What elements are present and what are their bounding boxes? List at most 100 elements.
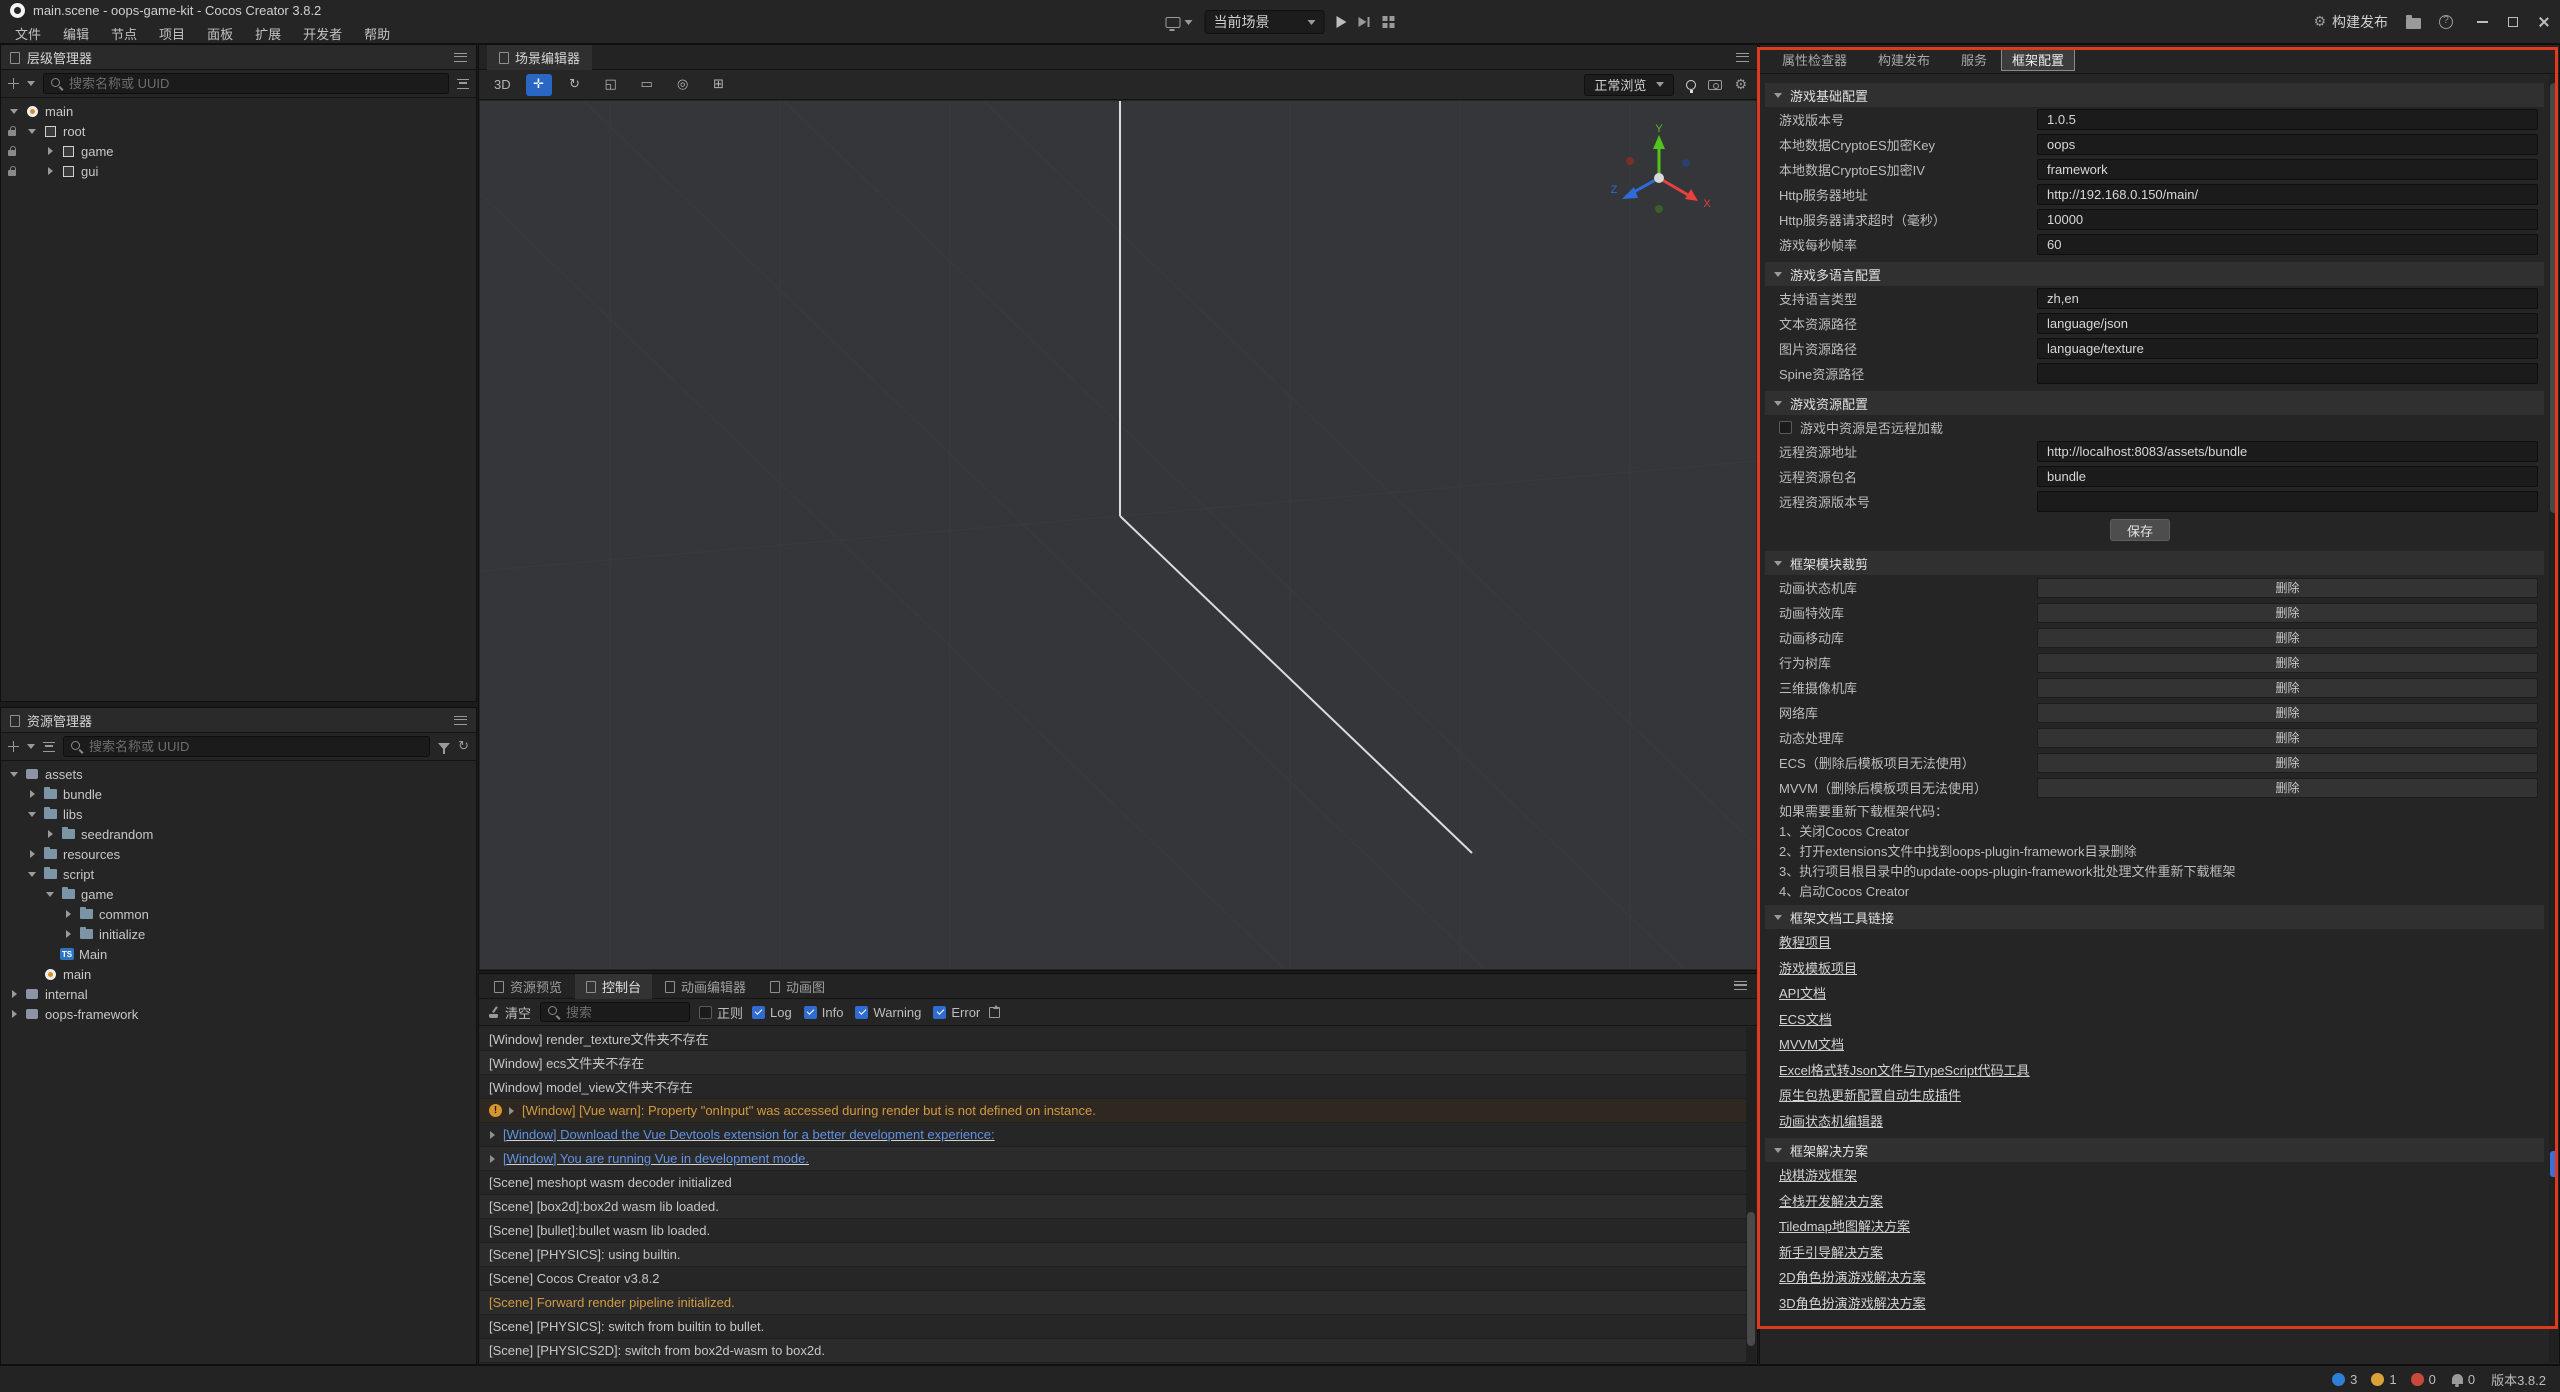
hierarchy-node-row[interactable]: main — [1, 101, 476, 121]
hierarchy-node-row[interactable]: gui — [1, 161, 476, 181]
scale-tool-button[interactable]: ◱ — [598, 74, 624, 96]
field-value-input[interactable]: 60 — [2037, 234, 2538, 255]
asset-row[interactable]: seedrandom — [1, 824, 476, 844]
log-filter-toggle[interactable]: Error — [933, 1005, 980, 1020]
clear-console-button[interactable]: 清空 — [488, 1003, 531, 1022]
step-button[interactable] — [1359, 16, 1371, 28]
save-button[interactable]: 保存 — [2110, 519, 2170, 541]
create-asset-button[interactable] — [8, 741, 19, 752]
tree-caret-icon[interactable] — [63, 929, 73, 939]
panel-menu-icon[interactable] — [1734, 981, 1747, 990]
tree-caret-icon[interactable] — [9, 1009, 19, 1019]
assets-search-box[interactable] — [63, 736, 430, 757]
open-project-folder-button[interactable] — [2406, 18, 2421, 29]
tree-caret-icon[interactable] — [45, 829, 55, 839]
asset-row[interactable]: main — [1, 964, 476, 984]
tree-caret-icon[interactable] — [63, 909, 73, 919]
solution-link[interactable]: 3D角色扮演游戏解决方案 — [1779, 1293, 1926, 1312]
log-count-badge[interactable]: 3 — [2332, 1372, 2357, 1387]
menu-item[interactable]: 帮助 — [353, 22, 401, 45]
doc-link[interactable]: ECS文档 — [1779, 1009, 1832, 1028]
tree-caret-icon[interactable] — [27, 849, 37, 859]
console-log-row[interactable]: [Scene] [PHYSICS]: switch from builtin t… — [480, 1315, 1756, 1339]
console-search-box[interactable] — [540, 1002, 690, 1022]
console-log-row[interactable]: [Scene] [PHYSICS2D]: switch from box2d-w… — [480, 1339, 1756, 1363]
scene-settings-icon[interactable]: ⚙ — [1734, 78, 1747, 92]
hierarchy-node-row[interactable]: root — [1, 121, 476, 141]
field-value-input[interactable]: zh,en — [2037, 288, 2538, 309]
play-button[interactable] — [1337, 16, 1347, 28]
doc-link[interactable]: 游戏模板项目 — [1779, 958, 1857, 977]
asset-row[interactable]: game — [1, 884, 476, 904]
console-tab[interactable]: 动画编辑器 — [654, 974, 757, 999]
expand-arrow-icon[interactable] — [489, 1131, 497, 1139]
filter-checkbox[interactable] — [933, 1006, 946, 1019]
remote-load-toggle[interactable]: 游戏中资源是否远程加载 — [1765, 415, 2544, 439]
console-log-row[interactable]: [Scene] Cocos Creator v3.8.2 — [480, 1267, 1756, 1291]
scene-editor-tab[interactable]: 场景编辑器 — [487, 45, 592, 70]
maximize-button[interactable] — [2508, 17, 2518, 27]
filter-icon[interactable] — [457, 79, 469, 89]
asset-row[interactable]: TS Main — [1, 944, 476, 964]
console-log-row[interactable]: [Scene] [bullet]:bullet wasm lib loaded. — [480, 1219, 1756, 1243]
section-basic-config[interactable]: 游戏基础配置 — [1765, 83, 2544, 107]
scene-camera-icon[interactable] — [1708, 80, 1722, 90]
tree-caret-icon[interactable] — [9, 769, 19, 779]
asset-row[interactable]: assets — [1, 764, 476, 784]
solution-link[interactable]: 2D角色扮演游戏解决方案 — [1779, 1267, 1926, 1286]
menu-item[interactable]: 项目 — [148, 22, 196, 45]
field-value-input[interactable]: 1.0.5 — [2037, 109, 2538, 130]
field-value-input[interactable] — [2037, 363, 2538, 384]
console-log-row[interactable]: [Window] You are running Vue in developm… — [480, 1147, 1756, 1171]
view-mode-dropdown[interactable]: 正常浏览 — [1584, 74, 1674, 96]
menu-item[interactable]: 开发者 — [292, 22, 353, 45]
console-log-row[interactable]: [Scene] [PHYSICS]: using builtin. — [480, 1243, 1756, 1267]
field-value-input[interactable]: language/texture — [2037, 338, 2538, 359]
doc-link[interactable]: 教程项目 — [1779, 932, 1831, 951]
asset-row[interactable]: common — [1, 904, 476, 924]
export-log-icon[interactable] — [989, 1007, 1000, 1018]
console-log-row[interactable]: [Window] ecs文件夹不存在 — [480, 1051, 1756, 1075]
menu-item[interactable]: 节点 — [100, 22, 148, 45]
lock-icon[interactable] — [6, 125, 18, 137]
console-log-row[interactable]: [Scene] Forward render pipeline initiali… — [480, 1291, 1756, 1315]
layout-grid-button[interactable] — [1383, 16, 1395, 28]
delete-module-button[interactable]: 删除 — [2037, 628, 2538, 648]
field-value-input[interactable]: oops — [2037, 134, 2538, 155]
menu-item[interactable]: 面板 — [196, 22, 244, 45]
chevron-down-icon[interactable] — [27, 81, 35, 86]
lock-icon[interactable] — [6, 165, 18, 177]
section-doc-links[interactable]: 框架文档工具链接 — [1765, 905, 2544, 929]
tree-caret-icon[interactable] — [45, 889, 55, 899]
tree-caret-icon[interactable] — [27, 969, 37, 979]
asset-row[interactable]: resources — [1, 844, 476, 864]
doc-link[interactable]: MVVM文档 — [1779, 1034, 1844, 1053]
log-filter-toggle[interactable]: Warning — [855, 1005, 921, 1020]
lock-icon[interactable] — [6, 145, 18, 157]
console-tab[interactable]: 资源预览 — [483, 974, 573, 999]
chevron-down-icon[interactable] — [27, 744, 35, 749]
console-log-row[interactable]: [Scene] [box2d]:box2d wasm lib loaded. — [480, 1195, 1756, 1219]
solution-link[interactable]: 战棋游戏框架 — [1779, 1165, 1857, 1184]
section-module-trim[interactable]: 框架模块裁剪 — [1765, 551, 2544, 575]
log-filter-toggle[interactable]: Log — [752, 1005, 792, 1020]
filter-icon[interactable] — [438, 743, 450, 750]
asset-row[interactable]: bundle — [1, 784, 476, 804]
hierarchy-node-row[interactable]: game — [1, 141, 476, 161]
mode-3d-button[interactable]: 3D — [489, 74, 516, 96]
filter-checkbox[interactable] — [855, 1006, 868, 1019]
field-value-input[interactable]: framework — [2037, 159, 2538, 180]
rect-tool-button[interactable]: ▭ — [634, 74, 660, 96]
delete-module-button[interactable]: 删除 — [2037, 578, 2538, 598]
log-filter-toggle[interactable]: Info — [804, 1005, 844, 1020]
config-scrollbar[interactable] — [2549, 75, 2559, 1363]
field-value-input[interactable]: language/json — [2037, 313, 2538, 334]
hierarchy-search-input[interactable] — [69, 76, 441, 91]
tree-caret-icon[interactable] — [27, 809, 37, 819]
notification-badge[interactable]: 0 — [2452, 1372, 2475, 1387]
inspector-tab[interactable]: 服务 — [1944, 48, 1998, 71]
filter-checkbox[interactable] — [752, 1006, 765, 1019]
solution-link[interactable]: Tiledmap地图解决方案 — [1779, 1216, 1910, 1235]
tree-caret-icon[interactable] — [27, 869, 37, 879]
section-i18n-config[interactable]: 游戏多语言配置 — [1765, 262, 2544, 286]
